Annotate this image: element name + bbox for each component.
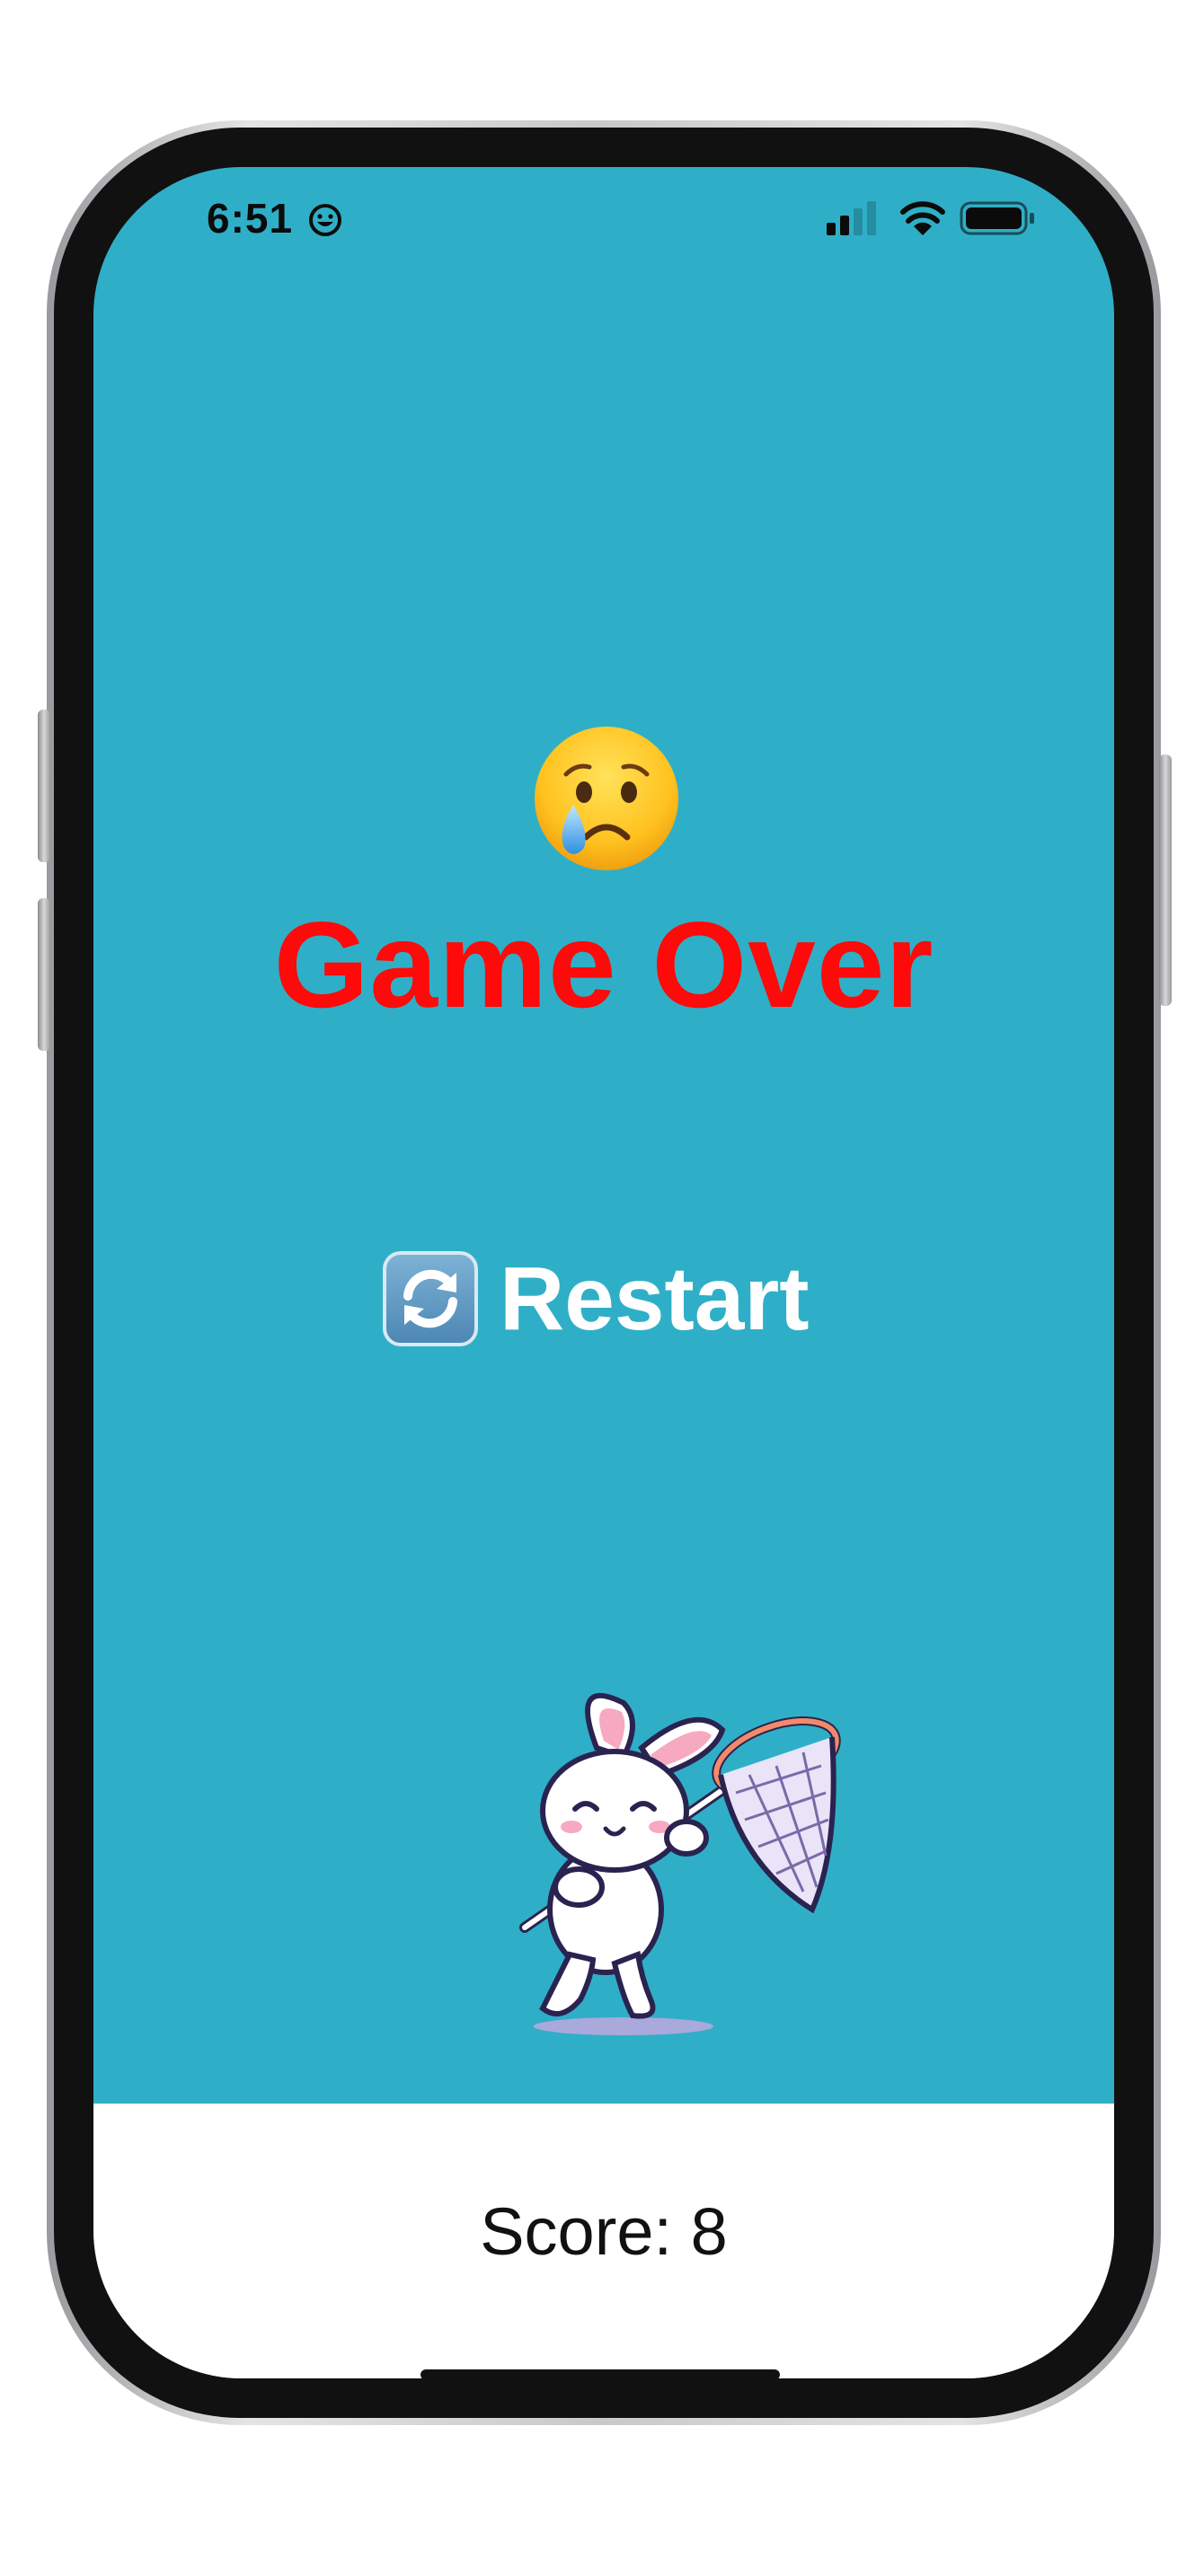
cellular-signal-icon bbox=[827, 201, 876, 235]
crying-face-emoji-icon bbox=[535, 727, 678, 870]
status-icons bbox=[827, 201, 1034, 235]
volume-down-button bbox=[38, 898, 50, 1051]
home-indicator[interactable] bbox=[420, 2369, 780, 2378]
status-bar: 6:51 bbox=[93, 167, 1114, 275]
volume-up-button bbox=[38, 710, 50, 862]
smiley-face-icon bbox=[308, 204, 341, 236]
wifi-icon bbox=[900, 201, 945, 235]
bunny-with-butterfly-net bbox=[519, 1692, 841, 2035]
score-text: Score: 8 bbox=[480, 2194, 728, 2269]
power-button bbox=[1159, 754, 1172, 1006]
battery-icon bbox=[960, 201, 1034, 235]
restart-label: Restart bbox=[500, 1248, 810, 1349]
score-bar: Score: 8 bbox=[93, 2104, 1114, 2378]
game-screen: 6:51 Game Over Restart Score: 8 bbox=[93, 167, 1114, 2378]
restart-button[interactable]: Restart bbox=[381, 1245, 866, 1353]
game-over-title: Game Over bbox=[273, 896, 934, 1033]
status-time: 6:51 bbox=[207, 194, 343, 243]
counterclockwise-arrows-icon bbox=[383, 1251, 478, 1346]
status-time-text: 6:51 bbox=[207, 195, 294, 242]
